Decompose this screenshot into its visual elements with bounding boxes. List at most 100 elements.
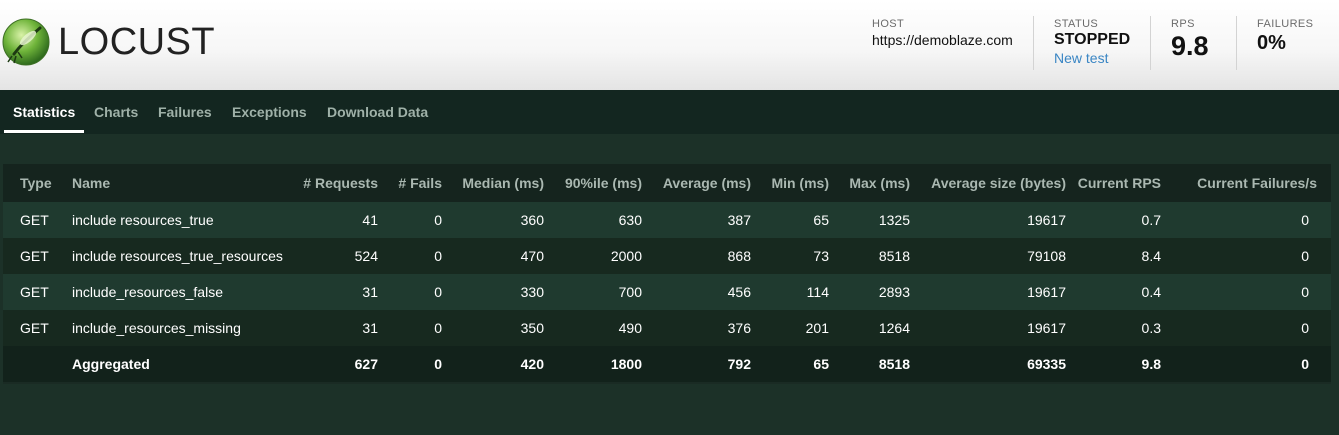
aggregated-row: Aggregated 627 0 420 1800 792 65 8518 69335 9.8 0 [3,346,1331,382]
table-cell: 8518 [829,238,910,274]
tab-charts[interactable]: Charts [94,104,138,120]
column-header[interactable]: Average size (bytes) [910,164,1066,202]
table-cell: 420 [442,346,544,382]
table-cell: 456 [642,274,751,310]
table-cell: 0.3 [1066,310,1161,346]
table-cell: 0 [378,238,442,274]
table-cell: 8518 [829,346,910,382]
table-cell: include_resources_false [72,274,290,310]
column-header[interactable]: Max (ms) [829,164,910,202]
table-cell: 201 [751,310,829,346]
table-cell: 524 [290,238,378,274]
table-cell: 0 [1161,310,1331,346]
table-cell: Aggregated [72,346,290,382]
table-cell: 31 [290,274,378,310]
table-row: GET include_resources_missing 31 0 350 490 376… [3,310,1331,346]
table-cell: 490 [544,310,642,346]
statistics-table-container: Type Name # Requests # Fails Median (ms)… [3,164,1331,384]
failures-label: FAILURES [1257,18,1314,30]
rps-label: RPS [1171,18,1195,30]
table-row: GET include_resources_false 31 0 330 700 456 11… [3,274,1331,310]
rps-box: RPS 9.8 [1171,17,1209,73]
column-header[interactable]: # Fails [378,164,442,202]
table-cell: 1325 [829,202,910,238]
column-header[interactable]: Median (ms) [442,164,544,202]
table-cell: 0.4 [1066,274,1161,310]
column-header[interactable]: Average (ms) [642,164,751,202]
failures-value: 0% [1257,32,1286,54]
table-cell: 0 [1161,238,1331,274]
table-cell: 1800 [544,346,642,382]
table-cell: 330 [442,274,544,310]
table-cell [3,346,72,382]
status-label: STATUS [1054,18,1099,30]
table-cell: 0 [1161,202,1331,238]
table-cell: 31 [290,310,378,346]
table-cell: 0 [378,202,442,238]
table-cell: 65 [751,346,829,382]
table-cell: 0 [378,346,442,382]
table-cell: GET [3,202,72,238]
locust-logo-icon [2,18,50,66]
table-cell: 0.7 [1066,202,1161,238]
column-header[interactable]: Min (ms) [751,164,829,202]
host-label: HOST [872,18,905,30]
table-cell: GET [3,310,72,346]
table-cell: include resources_true [72,202,290,238]
header-divider [1150,16,1151,70]
table-header-row: Type Name # Requests # Fails Median (ms)… [3,164,1331,202]
table-cell: 470 [442,238,544,274]
host-value: https://demoblaze.com [872,32,1013,48]
table-row: GET include resources_true 41 0 360 630 387 65 1… [3,202,1331,238]
table-cell: 65 [751,202,829,238]
table-cell: 0 [1161,274,1331,310]
table-cell: 19617 [910,202,1066,238]
column-header[interactable]: Current Failures/s [1161,164,1331,202]
table-cell: 19617 [910,310,1066,346]
table-cell: 627 [290,346,378,382]
statistics-table: Type Name # Requests # Fails Median (ms)… [3,164,1331,382]
table-cell: include_resources_missing [72,310,290,346]
brand-wordmark: LOCUST [58,21,216,63]
header-divider [1236,16,1237,70]
tab-bar: Statistics Charts Failures Exceptions Do… [0,90,1339,134]
table-cell: GET [3,238,72,274]
column-header[interactable]: Type [3,164,72,202]
new-test-link[interactable]: New test [1054,49,1130,67]
table-cell: 2893 [829,274,910,310]
header-divider [1033,16,1034,70]
status-value: STOPPED [1054,31,1131,48]
failures-box: FAILURES 0% [1257,17,1313,73]
tab-download-data[interactable]: Download Data [327,104,428,120]
column-header[interactable]: # Requests [290,164,378,202]
table-cell: 9.8 [1066,346,1161,382]
table-cell: 0 [1161,346,1331,382]
table-cell: 79108 [910,238,1066,274]
table-cell: 41 [290,202,378,238]
table-cell: 2000 [544,238,642,274]
tab-failures[interactable]: Failures [158,104,212,120]
column-header[interactable]: Current RPS [1066,164,1161,202]
table-cell: 387 [642,202,751,238]
table-cell: GET [3,274,72,310]
column-header[interactable]: Name [72,164,290,202]
column-header[interactable]: 90%ile (ms) [544,164,642,202]
table-cell: 0 [378,310,442,346]
table-cell: 19617 [910,274,1066,310]
table-cell: 114 [751,274,829,310]
top-header: LOCUST HOST https://demoblaze.com STATUS… [0,0,1339,90]
table-cell: 69335 [910,346,1066,382]
tab-exceptions[interactable]: Exceptions [232,104,307,120]
table-cell: 0 [378,274,442,310]
table-row: GET include resources_true_resources 524 0 4… [3,238,1331,274]
table-cell: 376 [642,310,751,346]
status-box: STATUS STOPPED New test [1054,17,1130,73]
table-cell: 868 [642,238,751,274]
rps-value: 9.8 [1171,31,1209,61]
table-cell: 700 [544,274,642,310]
host-box: HOST https://demoblaze.com [872,17,1013,73]
tab-statistics[interactable]: Statistics [13,104,75,120]
table-cell: include resources_true_resources [72,238,290,274]
table-cell: 8.4 [1066,238,1161,274]
active-tab-indicator [4,130,84,133]
